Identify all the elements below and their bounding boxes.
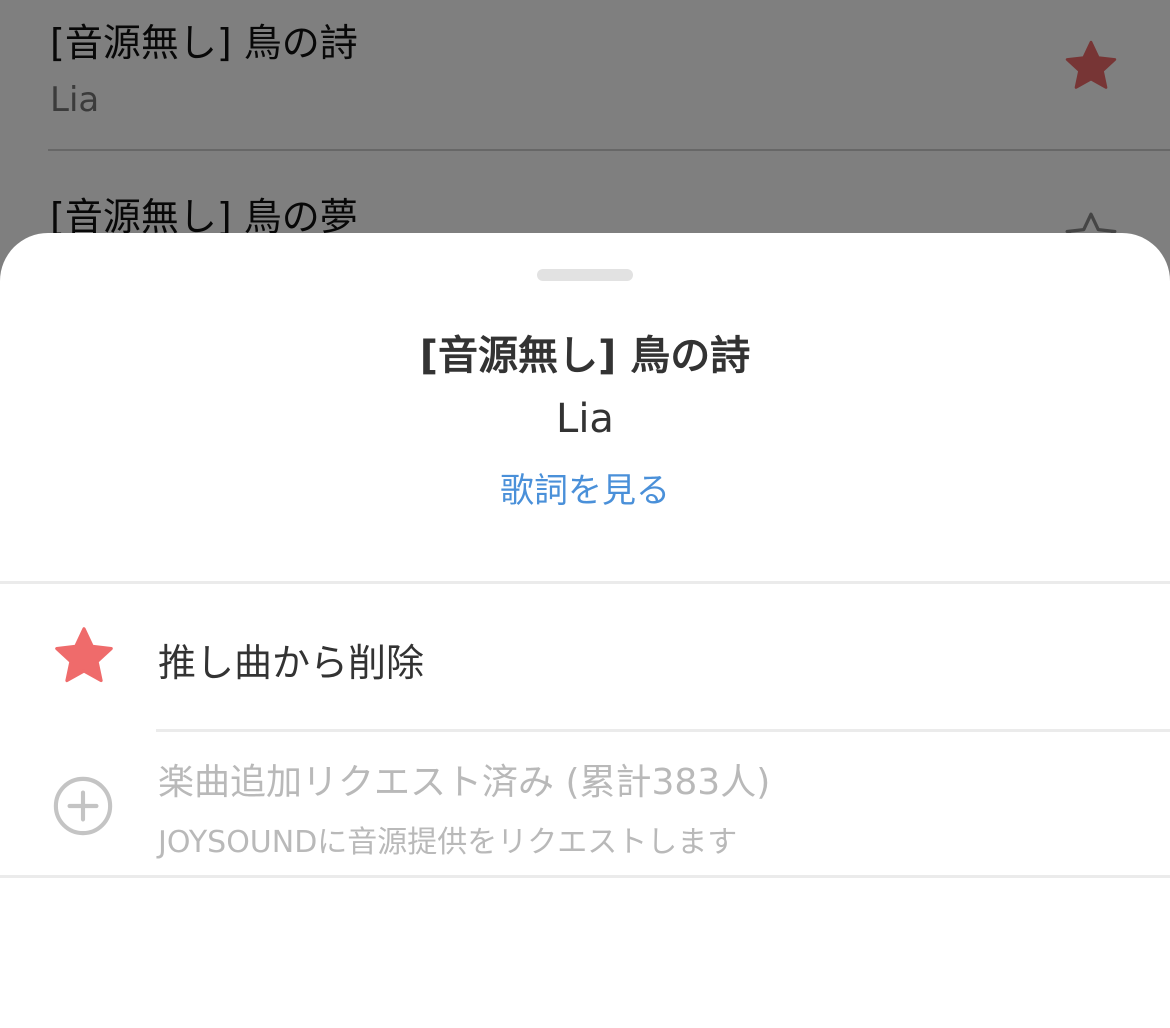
section-divider [0, 875, 1170, 878]
view-lyrics-link[interactable]: 歌詞を見る [0, 463, 1170, 512]
plus-circle-icon [53, 776, 113, 836]
remove-favorite-label: 推し曲から削除 [158, 641, 425, 685]
song-artist: Lia [556, 396, 614, 442]
remove-favorite-button[interactable]: 推し曲から削除 [0, 584, 1170, 729]
song-title: [音源無し] 鳥の詩 [419, 333, 751, 379]
action-sheet: [音源無し] 鳥の詩 Lia 歌詞を見る 推し曲から削除 楽曲追加リクエスト済み… [0, 233, 1170, 1028]
sheet-grabber-handle[interactable] [537, 269, 633, 281]
star-icon [55, 627, 113, 683]
song-request-sublabel: JOYSOUNDに音源提供をリクエストします [158, 825, 738, 860]
song-request-label: 楽曲追加リクエスト済み (累計383人) [158, 762, 771, 803]
song-request-button: 楽曲追加リクエスト済み (累計383人) JOYSOUNDに音源提供をリクエスト… [0, 731, 1170, 876]
